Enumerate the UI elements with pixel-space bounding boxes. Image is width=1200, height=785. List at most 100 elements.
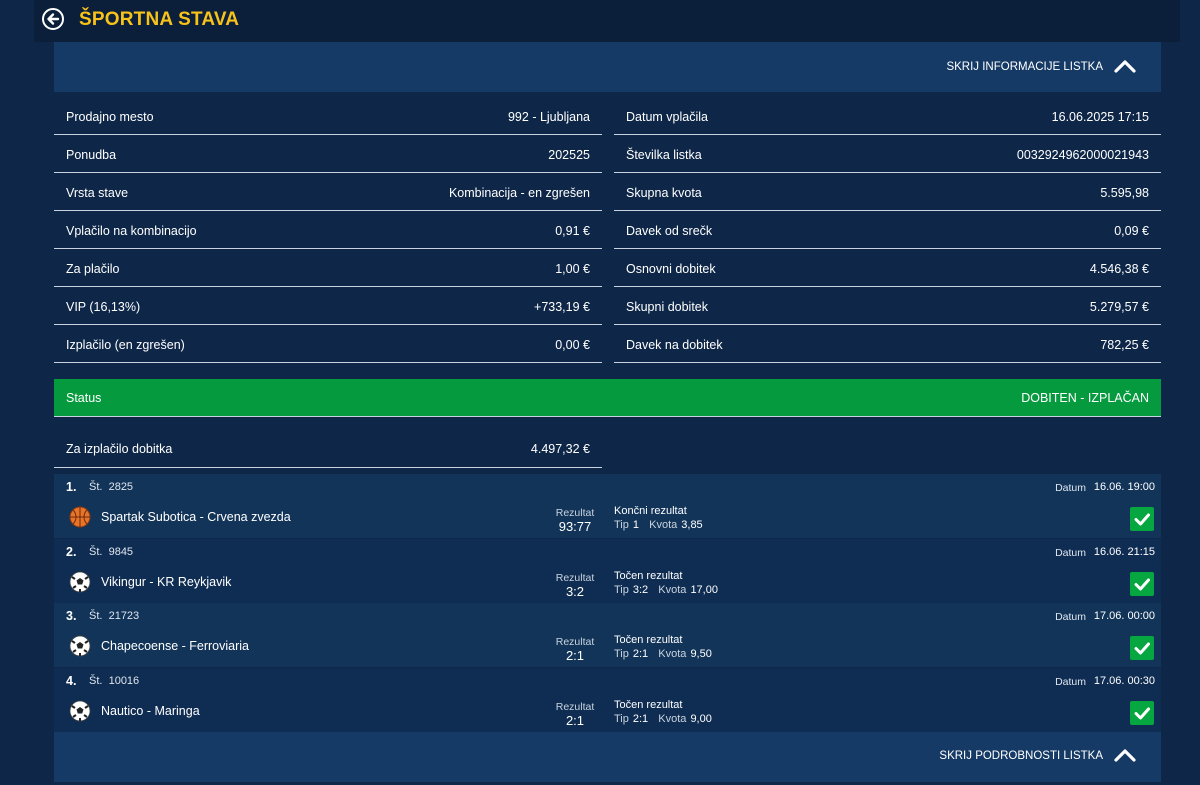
match-name: Nautico - Maringa	[101, 704, 200, 718]
tip-odds: Tip 2:1 Kvota 9,00	[614, 713, 716, 725]
match-code-value: 2825	[108, 481, 134, 493]
info-row: Davek na dobitek 782,25 €	[614, 326, 1161, 363]
win-check-icon	[1130, 636, 1154, 660]
match-name: Chapecoense - Ferroviaria	[101, 639, 249, 653]
odds-label: Kvota	[658, 648, 687, 660]
result-value: 93:77	[558, 519, 592, 534]
info-value: +733,19 €	[534, 300, 590, 314]
result-label: Rezultat	[555, 636, 595, 648]
match-code-label: Št.	[89, 610, 103, 622]
match-row: 2. Št. 9845 Datum 16.06. 21:15 Vikingur …	[54, 539, 1161, 603]
tip-odds: Tip 2:1 Kvota 9,50	[614, 648, 716, 660]
info-label: Skupna kvota	[626, 186, 702, 200]
info-label: Vrsta stave	[66, 186, 129, 200]
match-name: Spartak Subotica - Crvena zvezda	[101, 510, 291, 524]
match-name: Vikingur - KR Reykjavik	[101, 575, 232, 589]
info-label: Skupni dobitek	[626, 300, 709, 314]
market-name: Točen rezultat	[614, 634, 683, 646]
info-value: 782,25 €	[1100, 338, 1149, 352]
tip-label: Tip	[614, 584, 629, 596]
market-name: Končni rezultat	[614, 505, 687, 517]
info-label: Davek od srečk	[626, 224, 713, 238]
match-row: 3. Št. 21723 Datum 17.06. 00:00 Chapecoe…	[54, 603, 1161, 667]
info-value: 0032924962000021943	[1016, 148, 1149, 162]
top-bar: ŠPORTNA STAVA	[34, 0, 1180, 42]
match-code-value: 9845	[108, 546, 134, 558]
ticket-info-toggle-bar[interactable]: SKRIJ INFORMACIJE LISTKA	[54, 42, 1161, 92]
info-label: Izplačilo (en zgrešen)	[66, 338, 185, 352]
tip-odds: Tip 1 Kvota 3,85	[614, 519, 707, 531]
info-row: Vplačilo na kombinacijo 0,91 €	[54, 212, 602, 249]
soccer-ball-icon	[69, 571, 91, 593]
odds-label: Kvota	[658, 584, 687, 596]
info-row: VIP (16,13%) +733,19 €	[54, 288, 602, 325]
info-row: Davek od srečk 0,09 €	[614, 212, 1161, 249]
tip-odds: Tip 3:2 Kvota 17,00	[614, 584, 722, 596]
odds-value: 9,50	[690, 648, 712, 660]
result-value: 2:1	[565, 648, 585, 663]
match-code-label: Št.	[89, 481, 103, 493]
match-code-label: Št.	[89, 546, 103, 558]
soccer-ball-icon	[69, 635, 91, 657]
info-row: Za plačilo 1,00 €	[54, 250, 602, 287]
back-arrow-icon[interactable]	[42, 8, 64, 30]
info-row: Številka listka 0032924962000021943	[614, 136, 1161, 173]
info-label: Vplačilo na kombinacijo	[66, 224, 197, 238]
chevron-up-icon[interactable]	[1113, 58, 1137, 74]
odds-label: Kvota	[658, 713, 687, 725]
info-value: 992 - Ljubljana	[507, 110, 590, 124]
win-check-icon	[1130, 572, 1154, 596]
status-bar: Status DOBITEN - IZPLAČAN	[54, 379, 1161, 417]
ticket-details-toggle-bar[interactable]: SKRIJ PODROBNOSTI LISTKA	[54, 732, 1161, 782]
info-value: Kombinacija - en zgrešen	[448, 186, 590, 200]
result-label: Rezultat	[555, 507, 595, 519]
result-value: 2:1	[565, 713, 585, 728]
info-label: Za plačilo	[66, 262, 120, 276]
status-value: DOBITEN - IZPLAČAN	[1021, 391, 1149, 405]
hide-ticket-details-button[interactable]: SKRIJ PODROBNOSTI LISTKA	[939, 750, 1103, 762]
result-value: 3:2	[565, 584, 585, 599]
win-check-icon	[1130, 507, 1154, 531]
info-value: 4.546,38 €	[1089, 262, 1149, 276]
match-code: Št. 21723	[89, 610, 139, 622]
ticket-container: SKRIJ INFORMACIJE LISTKA Prodajno mesto …	[54, 42, 1161, 782]
match-code-value: 10016	[108, 675, 140, 687]
match-date-label: Datum	[1055, 482, 1086, 494]
match-date: 16.06. 21:15	[1093, 546, 1155, 558]
info-row: Skupna kvota 5.595,98	[614, 174, 1161, 211]
match-number: 4.	[66, 674, 77, 688]
soccer-ball-icon	[69, 700, 91, 722]
tip-value: 1	[632, 519, 639, 531]
match-date-label: Datum	[1055, 611, 1086, 623]
match-date-label: Datum	[1055, 547, 1086, 559]
odds-value: 17,00	[690, 584, 718, 596]
info-label: Ponudba	[66, 148, 117, 162]
match-date: 16.06. 19:00	[1093, 481, 1155, 493]
info-label: Prodajno mesto	[66, 110, 154, 124]
hide-ticket-info-button[interactable]: SKRIJ INFORMACIJE LISTKA	[946, 61, 1103, 73]
tip-value: 2:1	[632, 648, 649, 660]
info-label: Datum vplačila	[626, 110, 708, 124]
match-number: 3.	[66, 609, 77, 623]
match-code: Št. 10016	[89, 675, 139, 687]
basketball-icon	[69, 506, 91, 528]
status-label: Status	[66, 391, 102, 405]
info-value: 5.595,98	[1100, 186, 1149, 200]
match-code: Št. 9845	[89, 546, 133, 558]
chevron-up-icon[interactable]	[1113, 747, 1137, 763]
match-row: 4. Št. 10016 Datum 17.06. 00:30 Nautico …	[54, 668, 1161, 732]
match-date: 17.06. 00:30	[1093, 675, 1155, 687]
tip-label: Tip	[614, 713, 629, 725]
info-value: 0,00 €	[555, 338, 590, 352]
info-row: Izplačilo (en zgrešen) 0,00 €	[54, 326, 602, 363]
payout-value: 4.497,32 €	[530, 442, 590, 456]
info-value: 0,91 €	[555, 224, 590, 238]
info-row: Datum vplačila 16.06.2025 17:15	[614, 98, 1161, 135]
info-value: 5.279,57 €	[1089, 300, 1149, 314]
match-code: Št. 2825	[89, 481, 133, 493]
match-date: 17.06. 00:00	[1093, 610, 1155, 622]
match-code-label: Št.	[89, 675, 103, 687]
result-label: Rezultat	[555, 572, 595, 584]
match-row: 1. Št. 2825 Datum 16.06. 19:00 Spartak S…	[54, 474, 1161, 538]
payout-row: Za izplačilo dobitka 4.497,32 €	[54, 431, 602, 468]
